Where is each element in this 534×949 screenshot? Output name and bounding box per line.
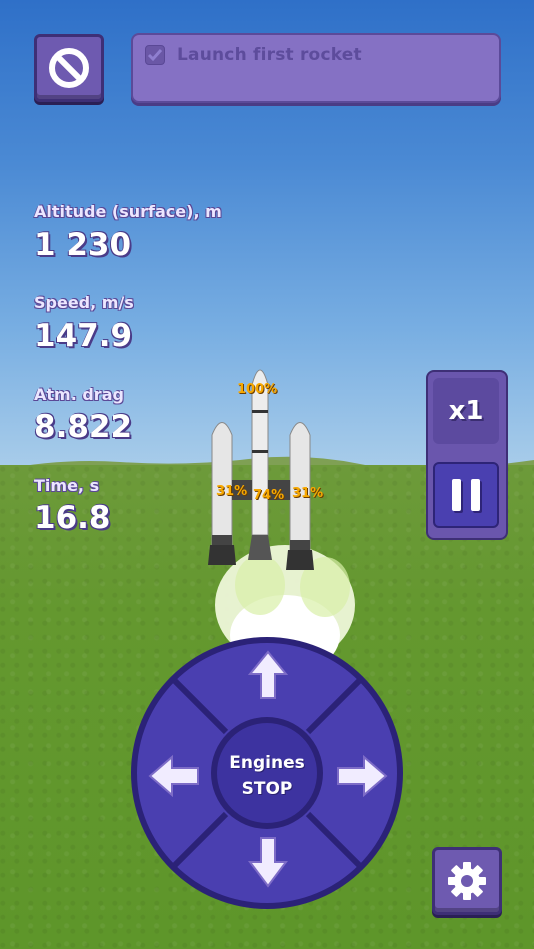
engines-label-line1: Engines: [229, 753, 305, 773]
pause-icon: [447, 479, 485, 511]
rocket: [208, 369, 355, 675]
arrow-up-icon[interactable]: [248, 650, 288, 700]
engine-center-throttle: 100%: [237, 382, 278, 397]
engine-left-throttle: 31%: [216, 484, 248, 499]
time-speed-button[interactable]: x1: [433, 378, 499, 444]
time-label: Time, s: [34, 476, 100, 495]
arrow-down-icon[interactable]: [248, 836, 288, 888]
time-value: 16.8: [34, 500, 111, 536]
abort-button[interactable]: [34, 34, 104, 102]
engines-label-line2: STOP: [241, 779, 293, 799]
task-checkbox: [145, 45, 165, 65]
arrow-right-icon[interactable]: [336, 755, 388, 797]
arrow-left-icon[interactable]: [148, 755, 200, 797]
mission-task: Launch first rocket: [131, 33, 501, 103]
task-label: Launch first rocket: [177, 45, 362, 65]
settings-button[interactable]: [432, 847, 502, 915]
engine-middle-throttle: 74%: [253, 488, 285, 503]
gear-icon: [448, 862, 486, 900]
altitude-value: 1 230: [34, 227, 132, 263]
check-icon: [147, 49, 163, 62]
time-controls-panel: x1: [426, 370, 508, 540]
speed-label: Speed, m/s: [34, 293, 134, 312]
pause-button[interactable]: [433, 462, 499, 528]
drag-label: Atm. drag: [34, 385, 124, 404]
no-entry-icon: [49, 48, 89, 88]
drag-value: 8.822: [34, 409, 133, 445]
engines-stop-button[interactable]: Engines STOP: [216, 750, 318, 802]
speed-value: 147.9: [34, 318, 133, 354]
engine-right-throttle: 31%: [292, 486, 324, 501]
altitude-label: Altitude (surface), m: [34, 202, 222, 221]
